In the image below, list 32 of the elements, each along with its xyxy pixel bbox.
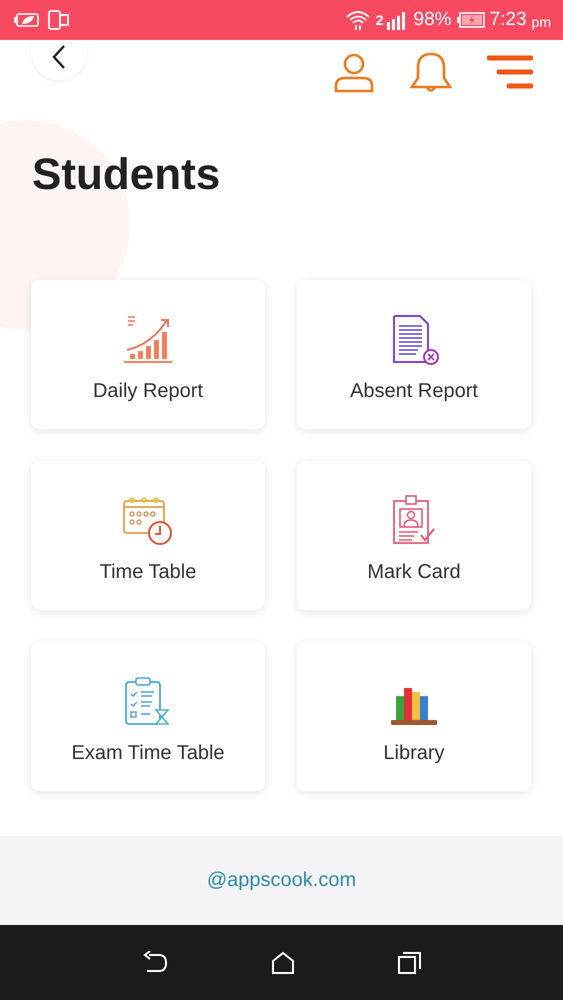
menu-tile[interactable]: Time Table xyxy=(31,461,265,610)
battery-percent: 98% xyxy=(414,9,452,31)
tile-label: Mark Card xyxy=(367,561,461,584)
tile-label: Exam Time Table xyxy=(71,742,225,765)
network-label: 2 xyxy=(376,12,384,28)
bell-icon[interactable] xyxy=(409,52,453,94)
growth-chart-icon xyxy=(122,314,174,366)
menu-tile[interactable]: Exam Time Table xyxy=(31,642,265,791)
user-icon[interactable] xyxy=(333,53,375,93)
clock-period: pm xyxy=(532,14,551,30)
back-button[interactable] xyxy=(31,40,87,80)
tile-label: Absent Report xyxy=(350,380,478,403)
chevron-left-icon xyxy=(51,44,67,70)
tile-label: Time Table xyxy=(100,561,196,584)
back-nav-icon[interactable] xyxy=(140,950,168,974)
menu-tile[interactable]: Mark Card xyxy=(297,461,531,610)
calendar-clock-icon xyxy=(122,495,174,547)
clock-time: 7:23 xyxy=(490,9,527,31)
menu-icon[interactable] xyxy=(487,55,533,91)
tile-label: Daily Report xyxy=(92,380,204,403)
phone-icon xyxy=(48,10,70,30)
recent-apps-icon[interactable] xyxy=(396,950,422,974)
battery-saver-icon xyxy=(14,12,40,28)
battery-icon xyxy=(456,12,485,28)
website-link[interactable]: @appscook.com xyxy=(206,869,356,892)
tile-label: Library xyxy=(383,742,445,765)
menu-tile[interactable]: Daily Report xyxy=(31,280,265,429)
home-icon[interactable] xyxy=(270,950,296,974)
page-title: Students xyxy=(32,150,222,200)
wifi-icon xyxy=(344,9,371,31)
menu-tile[interactable]: Library xyxy=(297,642,531,791)
menu-tile[interactable]: Absent Report xyxy=(297,280,531,429)
